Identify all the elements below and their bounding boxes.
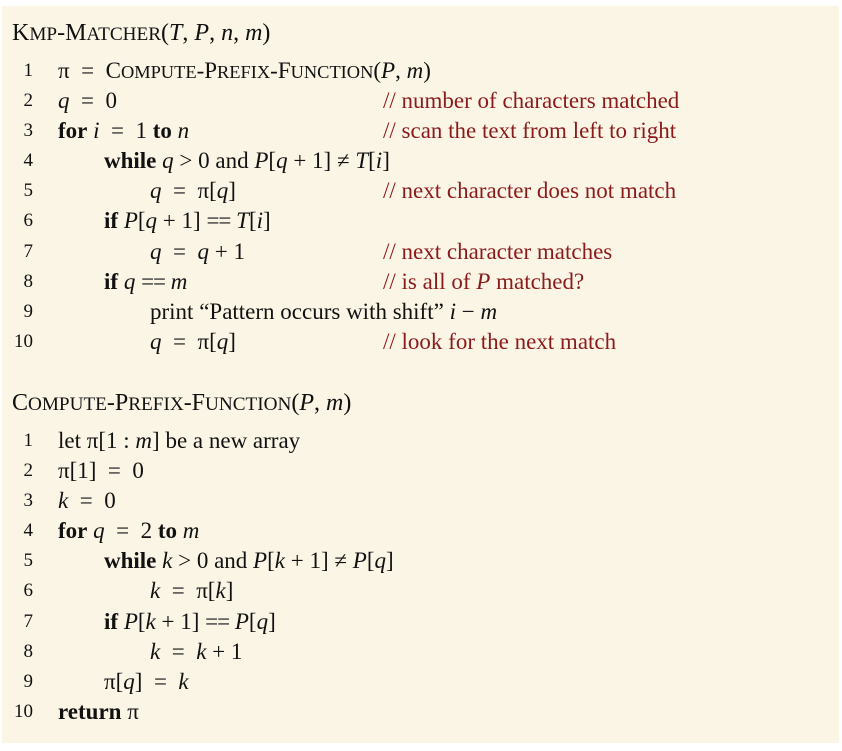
code-line: 9 π[q] = k [2,667,839,697]
code-text: return π [58,698,139,724]
code-text: while k > 0 and P[k + 1] ≠ P[q] [104,548,394,574]
line-number: 10 [14,700,33,722]
code-line: 2 q = 0 // number of characters matched [2,86,839,116]
code-line: 9 print “Pattern occurs with shift” i − m [2,297,839,327]
code-text: q = π[q] [150,328,236,354]
procedure-name: COMPUTE-PREFIX-FUNCTION [12,390,292,416]
line-number: 9 [23,300,34,322]
code-text: if P[q + 1] == T[i] [104,208,271,234]
code-line: 8 if q == m // is all of P matched? [2,267,839,297]
code-comment: // scan the text from left to right [383,118,677,144]
code-text: π[1] = 0 [58,458,144,484]
line-number: 3 [23,490,34,512]
code-line: 6 if P[q + 1] == T[i] [2,206,839,236]
procedure-params: (P, m) [291,390,352,416]
code-text: q = π[q] [150,178,236,204]
code-text: for q = 2 to m [58,518,200,544]
line-number: 7 [23,240,34,262]
algorithm-panel: KMP-MATCHER(T, P, n, m) 1 π = COMPUTE-PRE… [2,6,839,743]
code-text: q = q + 1 [150,238,245,264]
line-number: 2 [23,460,34,482]
kmp-matcher-lines: 1 π = COMPUTE-PREFIX-FUNCTION(P, m) 2 q = 0… [2,56,839,357]
line-number: 1 [23,60,34,81]
code-text: π[q] = k [104,668,189,694]
code-line: 8 k = k + 1 [2,637,839,667]
code-line: 3 k = 0 [2,486,839,516]
code-text: let π[1 : m] be a new array [58,428,301,453]
code-text: if P[k + 1] == P[q] [104,608,276,634]
procedure-name: KMP-MATCHER [12,20,162,46]
code-text: if q == m [104,268,188,294]
code-comment: // next character does not match [383,178,677,204]
line-number: 5 [23,550,34,572]
line-number: 8 [23,270,34,292]
line-number: 8 [23,640,34,662]
line-number: 4 [23,150,34,172]
compute-prefix-function-lines: 1 let π[1 : m] be a new array 2 π[1] = 0 3 k … [2,426,839,727]
line-number: 10 [14,330,33,352]
line-number: 9 [23,670,34,692]
code-text: k = π[k] [150,578,234,604]
line-number: 3 [23,120,34,142]
code-line: 5 while k > 0 and P[k + 1] ≠ P[q] [2,546,839,576]
code-line: 7 q = q + 1 // next character matches [2,237,839,267]
code-text: print “Pattern occurs with shift” i − m [150,298,498,324]
code-line: 3 for i = 1 to n // scan the text from lef… [2,116,839,146]
code-comment: // number of characters matched [383,88,680,114]
code-text: while q > 0 and P[q + 1] ≠ T[i] [104,148,390,174]
code-comment: // next character matches [383,238,613,264]
procedure-params: (T, P, n, m) [161,20,271,46]
code-text: q = 0 [58,88,117,114]
code-line: 1 π = COMPUTE-PREFIX-FUNCTION(P, m) [2,56,839,86]
code-comment: // is all of P matched? [383,268,585,294]
line-number: 4 [23,520,34,542]
code-line: 2 π[1] = 0 [2,456,839,486]
code-comment: // look for the next match [383,328,617,354]
compute-prefix-function-title: COMPUTE-PREFIX-FUNCTION(P, m) [12,386,351,422]
code-line: 5 q = π[q] // next character does not matc… [2,176,839,206]
code-line: 7 if P[k + 1] == P[q] [2,607,839,637]
code-line: 10 q = π[q] // look for the next match [2,327,839,357]
line-number: 7 [23,610,34,632]
code-text: for i = 1 to n [58,118,190,144]
line-number: 6 [23,210,34,232]
code-line: 4 for q = 2 to m [2,516,839,546]
line-number: 1 [23,430,34,451]
code-line: 4 while q > 0 and P[q + 1] ≠ T[i] [2,146,839,176]
code-text: π = COMPUTE-PREFIX-FUNCTION(P, m) [58,58,431,83]
code-line: 6 k = π[k] [2,576,839,606]
line-number: 2 [23,90,34,112]
code-text: k = 0 [58,488,116,514]
code-text: k = k + 1 [150,638,243,664]
line-number: 5 [23,180,34,202]
line-number: 6 [23,580,34,602]
kmp-matcher-title: KMP-MATCHER(T, P, n, m) [12,16,270,52]
code-line: 10 return π [2,697,839,727]
code-line: 1 let π[1 : m] be a new array [2,426,839,456]
